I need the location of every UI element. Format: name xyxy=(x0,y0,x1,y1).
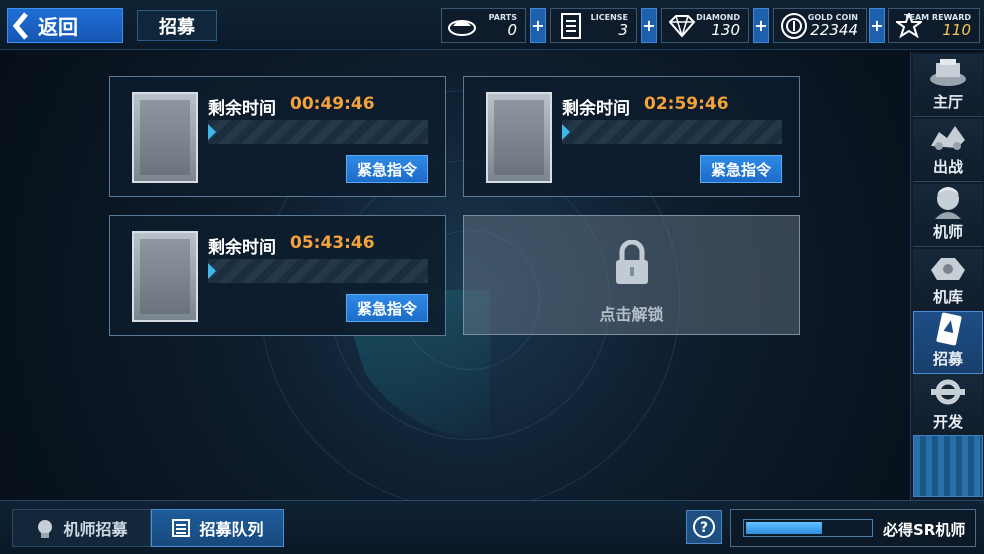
tab-label: 机师招募 xyxy=(63,520,128,539)
parts-counter: PARTS 0 xyxy=(441,8,526,43)
nav-item-main-hall[interactable]: 主厅 xyxy=(913,54,983,117)
recruit-icon xyxy=(936,312,962,346)
help-icon: ? xyxy=(693,516,715,538)
sr-progress-fill xyxy=(746,522,822,534)
recruit-slot: 剩余时间 00:49:46 紧急指令 xyxy=(109,76,446,197)
nav-item-develop[interactable]: 开发 xyxy=(913,374,983,437)
diamond-counter: DIAMOND 130 xyxy=(661,8,749,43)
page-title: 招募 xyxy=(137,10,217,41)
team-reward-counter: TEAM REWARD 110 xyxy=(888,8,980,43)
team-reward-value: 110 xyxy=(942,21,971,39)
license-counter: LICENSE 3 xyxy=(550,8,637,43)
nav-item-hangar[interactable]: 机库 xyxy=(913,249,983,312)
progress-marker-icon xyxy=(562,124,570,140)
recruit-progress-bar xyxy=(562,120,782,144)
nav-item-recruit[interactable]: 招募 xyxy=(913,311,983,374)
nav-label: 开发 xyxy=(932,413,963,431)
nav-item-battle[interactable]: 出战 xyxy=(913,119,983,182)
recruit-progress-bar xyxy=(208,120,428,144)
hangar-icon xyxy=(931,258,965,280)
sr-guarantee-label: 必得SR机师 xyxy=(883,521,966,539)
tab-pilot-recruit[interactable]: 机师招募 xyxy=(12,509,151,547)
nav-label: 主厅 xyxy=(932,93,963,111)
develop-icon xyxy=(931,379,965,405)
progress-marker-icon xyxy=(208,263,216,279)
add-license-button[interactable]: + xyxy=(641,8,657,43)
remaining-time-value: 02:59:46 xyxy=(644,94,729,114)
gold-coin-counter: GOLD COIN 22344 xyxy=(773,8,867,43)
add-diamond-button[interactable]: + xyxy=(753,8,769,43)
sr-guarantee-panel: 必得SR机师 xyxy=(730,509,976,547)
remaining-time-value: 05:43:46 xyxy=(290,233,375,253)
recruit-card-image xyxy=(132,231,198,322)
tab-label: 招募队列 xyxy=(199,520,264,539)
back-label: 返回 xyxy=(38,15,78,39)
top-bar: 返回 招募 PARTS 0 + LICENSE 3 + DIAMOND 130 … xyxy=(0,0,984,50)
urgent-order-button[interactable]: 紧急指令 xyxy=(700,155,782,183)
unlock-label: 点击解锁 xyxy=(599,305,664,324)
nav-item-pilot[interactable]: 机师 xyxy=(913,184,983,247)
add-gold-coin-button[interactable]: + xyxy=(869,8,885,43)
chevron-left-icon xyxy=(8,9,34,42)
sr-progress-bar xyxy=(743,519,873,537)
remaining-time-label: 剩余时间 xyxy=(562,99,630,119)
recruit-progress-bar xyxy=(208,259,428,283)
list-icon xyxy=(172,519,191,537)
nav-label: 机师 xyxy=(932,223,963,241)
plus-icon: + xyxy=(754,16,768,35)
diamond-value: 130 xyxy=(711,21,740,39)
svg-text:?: ? xyxy=(700,520,708,536)
parts-value: 0 xyxy=(507,21,517,39)
remaining-time-label: 剩余时间 xyxy=(208,99,276,119)
plus-icon: + xyxy=(531,16,545,35)
nav-label: 机库 xyxy=(932,288,963,306)
back-button[interactable]: 返回 xyxy=(7,8,123,43)
gold-coin-value: 22344 xyxy=(810,21,858,39)
parts-icon xyxy=(442,9,482,42)
nav-label: 招募 xyxy=(932,350,963,368)
recruit-card-image xyxy=(486,92,552,183)
pilot-icon xyxy=(935,187,961,219)
license-icon xyxy=(551,9,591,42)
add-parts-button[interactable]: + xyxy=(530,8,546,43)
recruit-card-image xyxy=(132,92,198,183)
lock-icon xyxy=(616,240,648,284)
tab-recruit-queue[interactable]: 招募队列 xyxy=(151,509,284,547)
main-hall-icon xyxy=(930,59,966,86)
plus-icon: + xyxy=(642,16,656,35)
nav-thumbnail[interactable] xyxy=(913,435,983,497)
right-nav: 主厅 出战 机师 机库 招募 开发 xyxy=(910,52,984,500)
urgent-order-button[interactable]: 紧急指令 xyxy=(346,294,428,322)
nav-label: 出战 xyxy=(932,158,963,176)
help-button[interactable]: ? xyxy=(686,510,722,544)
progress-marker-icon xyxy=(208,124,216,140)
license-value: 3 xyxy=(618,21,628,39)
urgent-order-button[interactable]: 紧急指令 xyxy=(346,155,428,183)
plus-icon: + xyxy=(870,16,884,35)
pilot-head-icon xyxy=(38,520,53,538)
bottom-bar: 机师招募 招募队列 ? 必得SR机师 xyxy=(0,500,984,554)
recruit-slot: 剩余时间 02:59:46 紧急指令 xyxy=(463,76,800,197)
remaining-time-label: 剩余时间 xyxy=(208,238,276,258)
remaining-time-value: 00:49:46 xyxy=(290,94,375,114)
recruit-slot: 剩余时间 05:43:46 紧急指令 xyxy=(109,215,446,336)
battle-icon xyxy=(931,126,965,150)
locked-slot[interactable]: 点击解锁 xyxy=(463,215,800,335)
